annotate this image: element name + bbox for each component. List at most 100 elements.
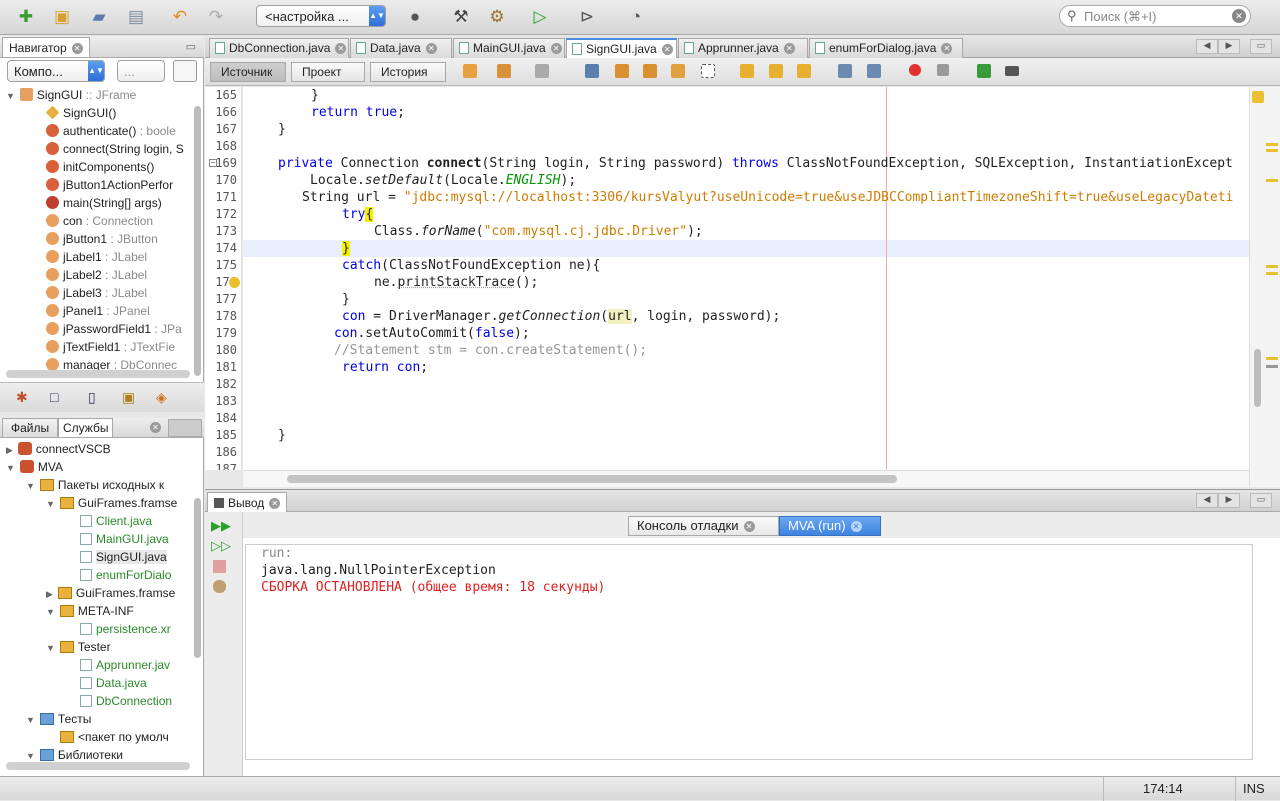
- chevron-down-icon[interactable]: ▼: [46, 607, 55, 617]
- last-edit-icon[interactable]: [463, 64, 477, 78]
- files-vscrollbar[interactable]: [194, 498, 201, 658]
- files-tree-item[interactable]: ▼ MVA: [6, 458, 192, 476]
- save-all-icon[interactable]: ▤: [122, 4, 150, 30]
- navigator-item[interactable]: jButton1ActionPerfor: [46, 176, 190, 194]
- settings-icon[interactable]: [213, 580, 226, 593]
- clean-build-icon[interactable]: ⚙: [483, 4, 511, 30]
- fields-icon[interactable]: □: [50, 389, 58, 405]
- tab-list-icon[interactable]: ▭: [1250, 493, 1272, 508]
- stripe-mark[interactable]: [1266, 365, 1278, 368]
- stop-macro-icon[interactable]: [937, 64, 949, 76]
- build-hammer-icon[interactable]: ⚒: [447, 4, 475, 30]
- new-file-icon[interactable]: ✚: [12, 4, 40, 30]
- view-project-button[interactable]: Проект: [291, 62, 365, 82]
- configuration-select[interactable]: <настройка ... ▲▼: [256, 5, 386, 27]
- fold-icon[interactable]: –: [209, 159, 217, 167]
- profile-icon[interactable]: ◔: [618, 4, 654, 30]
- rerun-icon[interactable]: ▶▶: [211, 518, 231, 534]
- navigator-item[interactable]: main(String[] args): [46, 194, 190, 212]
- minimize-icon[interactable]: [168, 419, 202, 437]
- navigator-item[interactable]: SignGUI(): [46, 104, 190, 122]
- new-project-icon[interactable]: ▣: [48, 4, 76, 30]
- tab-list-icon[interactable]: ▭: [1250, 39, 1272, 54]
- navigator-hscrollbar[interactable]: [6, 370, 190, 378]
- globe-icon[interactable]: ●: [400, 4, 430, 30]
- navigator-item[interactable]: con : Connection: [46, 212, 190, 230]
- editor-hscrollbar-thumb[interactable]: [287, 475, 897, 483]
- files-tree-item[interactable]: ▼ GuiFrames.framse: [46, 494, 192, 512]
- editor-vscrollbar[interactable]: [1254, 349, 1261, 407]
- files-tree-item[interactable]: SignGUI.java: [66, 548, 192, 566]
- close-icon[interactable]: ✕: [851, 521, 862, 532]
- navigator-item[interactable]: jTextField1 : JTextFie: [46, 338, 190, 356]
- chevron-down-icon[interactable]: ▼: [46, 499, 55, 509]
- navigator-tab[interactable]: Навигатор ✕: [2, 37, 90, 57]
- scroll-tabs-left-icon[interactable]: ◀: [1196, 39, 1218, 54]
- chevron-right-icon[interactable]: ▶: [6, 445, 13, 455]
- output-tab[interactable]: Вывод ✕: [207, 492, 287, 512]
- close-icon[interactable]: ✕: [269, 498, 280, 509]
- view-source-button[interactable]: Источник: [210, 62, 286, 82]
- forward-icon[interactable]: [535, 64, 549, 78]
- view-history-button[interactable]: История: [370, 62, 446, 82]
- files-tree-item[interactable]: DbConnection: [66, 692, 192, 710]
- warning-status-icon[interactable]: [1252, 91, 1264, 103]
- navigator-settings-icon[interactable]: [173, 60, 197, 82]
- rerun-with-params-icon[interactable]: ▷▷: [211, 538, 231, 554]
- files-tree-item[interactable]: ▼ Tester: [46, 638, 192, 656]
- next-bookmark-icon[interactable]: [769, 64, 783, 78]
- editor-tab[interactable]: MainGUI.java ✕: [453, 38, 565, 58]
- stripe-mark[interactable]: [1266, 179, 1278, 182]
- editor-tab[interactable]: Apprunner.java ✕: [678, 38, 808, 58]
- editor-tab[interactable]: enumForDialog.java ✕: [809, 38, 963, 58]
- find-previous-icon[interactable]: [615, 64, 629, 78]
- undo-icon[interactable]: ↶: [166, 4, 194, 30]
- editor-tab[interactable]: SignGUI.java ✕: [566, 38, 677, 58]
- navigator-item[interactable]: jButton1 : JButton: [46, 230, 190, 248]
- close-icon[interactable]: ✕: [335, 43, 346, 54]
- files-tree-item[interactable]: enumForDialo: [66, 566, 192, 584]
- tab-debug-console[interactable]: Консоль отладки ✕: [628, 516, 779, 536]
- navigator-item[interactable]: jLabel1 : JLabel: [46, 248, 190, 266]
- close-icon[interactable]: ✕: [941, 43, 952, 54]
- comment-icon[interactable]: [977, 64, 991, 78]
- files-hscrollbar[interactable]: [6, 762, 190, 770]
- stripe-mark[interactable]: [1266, 149, 1278, 152]
- files-tree-item[interactable]: Client.java: [66, 512, 192, 530]
- files-tree-item[interactable]: ▼ Тесты: [26, 710, 192, 728]
- close-icon[interactable]: ✕: [72, 43, 83, 54]
- close-icon[interactable]: ✕: [551, 43, 562, 54]
- tab-services[interactable]: Службы: [58, 418, 113, 437]
- navigator-item[interactable]: initComponents(): [46, 158, 190, 176]
- back-icon[interactable]: [497, 64, 511, 78]
- navigator-item[interactable]: connect(String login, S: [46, 140, 190, 158]
- console-output[interactable]: run: java.lang.NullPointerException СБОРКА…: [245, 544, 1253, 760]
- rect-selection-icon[interactable]: [701, 64, 715, 78]
- code-editor[interactable]: } return true; } private Connection conn…: [243, 87, 1249, 470]
- start-macro-icon[interactable]: [909, 64, 921, 76]
- hint-lightbulb-icon[interactable]: [229, 277, 240, 288]
- find-icon[interactable]: [585, 64, 599, 78]
- members-icon[interactable]: ✱: [16, 389, 28, 406]
- chevron-down-icon[interactable]: ▼: [6, 463, 15, 473]
- shift-right-icon[interactable]: [867, 64, 881, 78]
- editor-tab[interactable]: DbConnection.java ✕: [209, 38, 349, 58]
- chevron-down-icon[interactable]: ▼: [46, 643, 55, 653]
- scroll-tabs-right-icon[interactable]: ▶: [1218, 493, 1240, 508]
- stripe-mark[interactable]: [1266, 265, 1278, 268]
- inherited-icon[interactable]: ◈: [156, 389, 167, 406]
- navigator-item[interactable]: authenticate() : boole: [46, 122, 190, 140]
- close-icon[interactable]: ✕: [150, 422, 161, 433]
- chevron-down-icon[interactable]: ▼: [26, 715, 35, 725]
- uncomment-icon[interactable]: [1005, 66, 1019, 76]
- close-icon[interactable]: ✕: [662, 44, 673, 55]
- files-tree-item[interactable]: persistence.xr: [66, 620, 192, 638]
- toggle-highlight-icon[interactable]: [671, 64, 685, 78]
- files-tree-item[interactable]: ▼ Пакеты исходных к: [26, 476, 192, 494]
- scroll-tabs-left-icon[interactable]: ◀: [1196, 493, 1218, 508]
- toggle-bookmark-icon[interactable]: [797, 64, 811, 78]
- debug-icon[interactable]: ⊳: [570, 4, 604, 30]
- files-tree-item[interactable]: ▶ connectVSCB: [6, 440, 192, 458]
- navigator-item[interactable]: jLabel3 : JLabel: [46, 284, 190, 302]
- tab-files[interactable]: Файлы: [2, 418, 58, 437]
